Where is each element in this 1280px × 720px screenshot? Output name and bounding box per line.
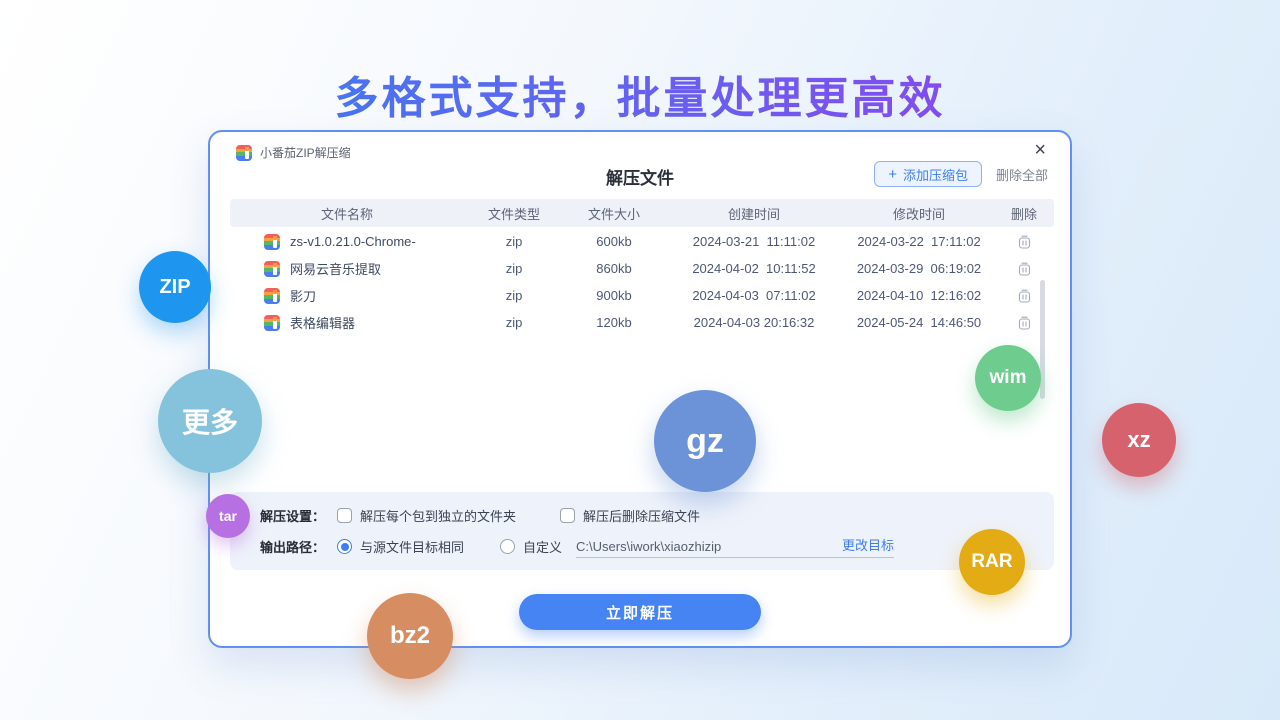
checkbox-icon [560,508,575,523]
output-path-input[interactable]: C:\Users\iwork\xiaozhizip [576,539,721,554]
trash-icon [1018,262,1031,276]
column-header-delete: 删除 [994,204,1054,223]
column-header-modified: 修改时间 [844,204,994,223]
bubble-label: wim [990,367,1027,389]
file-type: zip [464,288,564,303]
settings-panel: 解压设置： 解压每个包到独立的文件夹 解压后删除压缩文件 输出路径： 与源文件目… [230,492,1054,570]
extract-settings-row: 解压设置： 解压每个包到独立的文件夹 解压后删除压缩文件 [260,505,1024,526]
table-row: zs-v1.0.21.0-Chrome- zip 600kb 2024-03-2… [230,228,1054,255]
file-type: zip [464,234,564,249]
page-title: 多格式支持，批量处理更高效 [0,62,1280,126]
format-bubble-rar: RAR [959,529,1025,595]
created-time: 2024-03-21 11:11:02 [664,234,844,249]
zip-file-icon [264,315,280,331]
file-size: 600kb [564,234,664,249]
column-header-type: 文件类型 [464,204,564,223]
radio-icon [500,539,515,554]
radio-custom[interactable]: 自定义 [500,537,562,556]
bubble-label: bz2 [390,622,430,650]
file-size: 860kb [564,261,664,276]
created-time: 2024-04-02 10:11:52 [664,261,844,276]
delete-row-button[interactable] [994,289,1054,303]
page: 多格式支持，批量处理更高效 小番茄ZIP解压缩 × 解压文件 + 添加压缩包 删… [0,0,1280,720]
delete-all-button[interactable]: 删除全部 [996,165,1048,184]
file-name-cell: zs-v1.0.21.0-Chrome- [230,234,464,250]
modified-time: 2024-03-29 06:19:02 [844,261,994,276]
format-bubble-bz2: bz2 [367,593,453,679]
bubble-label: xz [1127,427,1150,453]
modified-time: 2024-03-22 17:11:02 [844,234,994,249]
close-icon[interactable]: × [1034,140,1046,160]
bubble-label: ZIP [159,276,190,299]
file-name: 表格编辑器 [290,313,355,332]
trash-icon [1018,235,1031,249]
app-title: 小番茄ZIP解压缩 [260,144,351,161]
checkbox-extract-to-separate-folder[interactable]: 解压每个包到独立的文件夹 [337,506,516,525]
file-name-cell: 表格编辑器 [230,313,464,332]
header-actions: + 添加压缩包 删除全部 [874,161,1048,187]
table-row: 影刀 zip 900kb 2024-04-03 07:11:02 2024-04… [230,282,1054,309]
file-name: 影刀 [290,286,316,305]
format-bubble-xz: xz [1102,403,1176,477]
checkbox-label: 解压后删除压缩文件 [583,506,700,525]
file-type: zip [464,261,564,276]
column-header-size: 文件大小 [564,204,664,223]
created-time: 2024-04-03 07:11:02 [664,288,844,303]
delete-row-button[interactable] [994,235,1054,249]
zip-file-icon [264,234,280,250]
table-header: 文件名称 文件类型 文件大小 创建时间 修改时间 删除 [230,199,1054,227]
bubble-label: RAR [971,551,1012,573]
file-name-cell: 影刀 [230,286,464,305]
bubble-label: 更多 [182,401,238,441]
file-name-cell: 网易云音乐提取 [230,259,464,278]
output-path-field: C:\Users\iwork\xiaozhizip 更改目标 [576,535,894,558]
checkbox-delete-after-extract[interactable]: 解压后删除压缩文件 [560,506,700,525]
column-header-created: 创建时间 [664,204,844,223]
output-path-row: 输出路径： 与源文件目标相同 自定义 C:\Users\iwork\xiaozh… [260,536,1024,557]
add-archive-label: 添加压缩包 [903,165,968,184]
app-logo-icon [236,145,252,161]
trash-icon [1018,316,1031,330]
output-path-label: 输出路径： [260,537,325,556]
extract-now-button[interactable]: 立即解压 [519,594,761,630]
zip-file-icon [264,261,280,277]
delete-row-button[interactable] [994,316,1054,330]
file-size: 900kb [564,288,664,303]
delete-row-button[interactable] [994,262,1054,276]
format-bubble-gz: gz [654,390,756,492]
format-bubble-wim: wim [975,345,1041,411]
column-header-name: 文件名称 [230,204,464,223]
created-time: 2024-04-03 20:16:32 [664,315,844,330]
modified-time: 2024-04-10 12:16:02 [844,288,994,303]
file-name: 网易云音乐提取 [290,259,381,278]
window-titlebar: 小番茄ZIP解压缩 [236,144,351,161]
radio-label: 自定义 [523,537,562,556]
modified-time: 2024-05-24 14:46:50 [844,315,994,330]
change-target-link[interactable]: 更改目标 [842,535,894,554]
app-window: 小番茄ZIP解压缩 × 解压文件 + 添加压缩包 删除全部 文件名称 文件类型 … [208,130,1072,648]
radio-same-as-source[interactable]: 与源文件目标相同 [337,537,464,556]
extract-settings-label: 解压设置： [260,506,325,525]
plus-icon: + [888,167,897,182]
radio-selected-icon [337,539,352,554]
bubble-label: gz [686,422,724,461]
zip-file-icon [264,288,280,304]
add-archive-button[interactable]: + 添加压缩包 [874,161,982,187]
checkbox-icon [337,508,352,523]
bubble-label: tar [219,508,237,524]
file-size: 120kb [564,315,664,330]
format-bubble-more: 更多 [158,369,262,473]
checkbox-label: 解压每个包到独立的文件夹 [360,506,516,525]
file-name: zs-v1.0.21.0-Chrome- [290,234,416,249]
radio-label: 与源文件目标相同 [360,537,464,556]
table-row: 网易云音乐提取 zip 860kb 2024-04-02 10:11:52 20… [230,255,1054,282]
format-bubble-zip: ZIP [139,251,211,323]
trash-icon [1018,289,1031,303]
file-table: zs-v1.0.21.0-Chrome- zip 600kb 2024-03-2… [230,228,1054,336]
format-bubble-tar: tar [206,494,250,538]
file-type: zip [464,315,564,330]
table-row: 表格编辑器 zip 120kb 2024-04-03 20:16:32 2024… [230,309,1054,336]
